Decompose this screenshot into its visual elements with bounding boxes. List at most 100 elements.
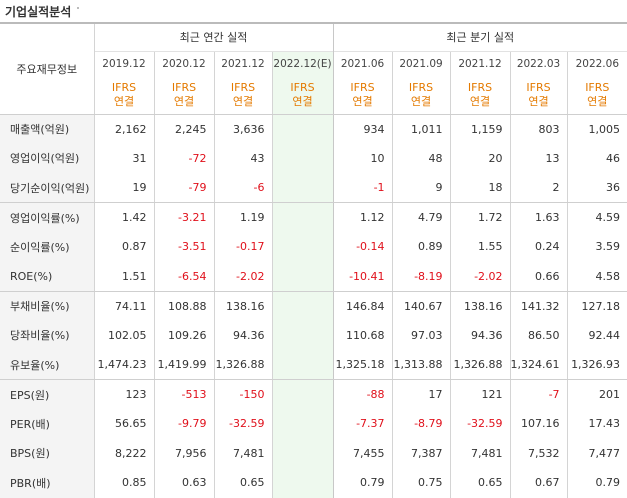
annual-value-cell: -6.54 bbox=[153, 261, 214, 292]
quarter-value-cell: -7 bbox=[509, 379, 568, 409]
consolidated-label: 연결 bbox=[352, 94, 373, 108]
annual-ifrs-3: IFRS 연결 bbox=[213, 76, 272, 115]
quarter-value-cell: 4.59 bbox=[566, 202, 627, 232]
annual-value-cell: 1,419.99 bbox=[153, 350, 214, 380]
consolidated-label: 연결 bbox=[587, 94, 608, 108]
annual-ifrs-2: IFRS 연결 bbox=[153, 76, 214, 115]
quarter-header: 최근 분기 실적 bbox=[332, 22, 627, 51]
quarter-value-cell: 97.03 bbox=[391, 320, 451, 350]
annual-value-cell: -79 bbox=[153, 173, 214, 203]
annual-value-cell: 138.16 bbox=[213, 291, 272, 321]
quarter-value-cell: 1,005 bbox=[566, 114, 627, 144]
annual-period-4: 2022.12(E) bbox=[271, 50, 334, 76]
annual-value-cell: 1.51 bbox=[93, 261, 154, 292]
quarter-value-cell: 7,477 bbox=[566, 438, 627, 468]
quarter-value-cell: 1.72 bbox=[449, 202, 511, 232]
annual-value-cell: -3.21 bbox=[153, 202, 214, 232]
annual-value-cell bbox=[271, 232, 334, 262]
quarter-value-cell: 138.16 bbox=[449, 291, 511, 321]
ifrs-label: IFRS bbox=[230, 80, 256, 94]
annual-value-cell: 8,222 bbox=[93, 438, 154, 468]
annual-value-cell: 0.85 bbox=[93, 468, 154, 498]
quarter-value-cell: 0.67 bbox=[509, 468, 568, 498]
annual-value-cell bbox=[271, 291, 334, 321]
quarter-value-cell: -88 bbox=[332, 379, 393, 409]
quarter-period-3: 2021.12 bbox=[449, 50, 511, 76]
quarter-value-cell: 0.66 bbox=[509, 261, 568, 292]
table-row: 순이익률(%) 0.87 -3.51 -0.17 -0.14 0.89 1.55 0.24 3.… bbox=[0, 232, 627, 262]
ifrs-label: IFRS bbox=[111, 80, 137, 94]
quarter-value-cell: 934 bbox=[332, 114, 393, 144]
annual-value-cell: 123 bbox=[93, 379, 154, 409]
quarter-value-cell: 1.63 bbox=[509, 202, 568, 232]
annual-value-cell: 43 bbox=[213, 143, 272, 173]
annual-value-cell: 1,474.23 bbox=[93, 350, 154, 380]
table-row: ROE(%) 1.51 -6.54 -2.02 -10.41 -8.19 -2.02 0.66… bbox=[0, 261, 627, 292]
annual-period-3: 2021.12 bbox=[213, 50, 272, 76]
quarter-value-cell: 13 bbox=[509, 143, 568, 173]
annual-period-2: 2020.12 bbox=[153, 50, 214, 76]
consolidated-label: 연결 bbox=[232, 94, 254, 108]
quarter-value-cell: -2.02 bbox=[449, 261, 511, 292]
annual-value-cell: 7,956 bbox=[153, 438, 214, 468]
ifrs-label: IFRS bbox=[526, 80, 551, 94]
consolidated-label: 연결 bbox=[410, 94, 432, 108]
row-label: 영업이익률(%) bbox=[0, 202, 94, 232]
quarter-period-2: 2021.09 bbox=[391, 50, 451, 76]
quarter-value-cell: -8.79 bbox=[391, 409, 451, 439]
annual-value-cell: 19 bbox=[93, 173, 154, 203]
quarter-value-cell: 1.12 bbox=[332, 202, 393, 232]
quarter-value-cell: 2 bbox=[509, 173, 568, 203]
quarter-value-cell: 10 bbox=[332, 143, 393, 173]
ifrs-label: IFRS bbox=[290, 80, 315, 94]
annual-value-cell: -2.02 bbox=[213, 261, 272, 292]
quarter-value-cell: 17.43 bbox=[566, 409, 627, 439]
annual-value-cell: -150 bbox=[213, 379, 272, 409]
annual-value-cell: 31 bbox=[93, 143, 154, 173]
annual-value-cell bbox=[271, 261, 334, 292]
row-label: PER(배) bbox=[0, 409, 94, 439]
annual-value-cell bbox=[271, 438, 334, 468]
row-label: EPS(원) bbox=[0, 379, 94, 409]
corner-label: 주요재무정보 bbox=[0, 22, 94, 115]
annual-value-cell: -3.51 bbox=[153, 232, 214, 262]
quarter-period-1: 2021.06 bbox=[332, 50, 393, 76]
annual-ifrs-4: IFRS 연결 bbox=[271, 76, 334, 115]
annual-value-cell bbox=[271, 320, 334, 350]
annual-value-cell: -9.79 bbox=[153, 409, 214, 439]
row-label: 매출액(억원) bbox=[0, 114, 94, 144]
annual-value-cell: -32.59 bbox=[213, 409, 272, 439]
quarter-value-cell: 1,313.88 bbox=[391, 350, 451, 380]
ifrs-label: IFRS bbox=[350, 80, 375, 94]
annual-value-cell bbox=[271, 409, 334, 439]
quarter-value-cell: 4.79 bbox=[391, 202, 451, 232]
ifrs-label: IFRS bbox=[408, 80, 434, 94]
annual-value-cell: 2,162 bbox=[93, 114, 154, 144]
quarter-value-cell: 0.89 bbox=[391, 232, 451, 262]
quarter-value-cell: 1,011 bbox=[391, 114, 451, 144]
annual-value-cell: 0.65 bbox=[213, 468, 272, 498]
annual-value-cell: 2,245 bbox=[153, 114, 214, 144]
quarter-value-cell: 20 bbox=[449, 143, 511, 173]
table-row: 부채비율(%) 74.11 108.88 138.16 146.84 140.67 138.… bbox=[0, 291, 627, 321]
quarter-value-cell: 94.36 bbox=[449, 320, 511, 350]
annual-value-cell: 0.63 bbox=[153, 468, 214, 498]
annual-value-cell bbox=[271, 350, 334, 380]
annual-ifrs-1: IFRS 연결 bbox=[93, 76, 154, 115]
quarter-ifrs-1: IFRS 연결 bbox=[332, 76, 393, 115]
annual-value-cell: 108.88 bbox=[153, 291, 214, 321]
quarter-value-cell: 107.16 bbox=[509, 409, 568, 439]
quarter-value-cell: 0.65 bbox=[449, 468, 511, 498]
quarter-value-cell: 803 bbox=[509, 114, 568, 144]
quarter-value-cell: 1.55 bbox=[449, 232, 511, 262]
quarter-value-cell: 140.67 bbox=[391, 291, 451, 321]
row-label: ROE(%) bbox=[0, 261, 94, 292]
quarter-value-cell: 7,481 bbox=[449, 438, 511, 468]
quarter-value-cell: 92.44 bbox=[566, 320, 627, 350]
quarter-value-cell: -10.41 bbox=[332, 261, 393, 292]
quarter-value-cell: 7,387 bbox=[391, 438, 451, 468]
table-row: 매출액(억원) 2,162 2,245 3,636 934 1,011 1,159 803 1,… bbox=[0, 114, 627, 144]
annual-header: 최근 연간 실적 bbox=[93, 22, 334, 51]
annual-value-cell: 1.42 bbox=[93, 202, 154, 232]
consolidated-label: 연결 bbox=[528, 94, 549, 108]
